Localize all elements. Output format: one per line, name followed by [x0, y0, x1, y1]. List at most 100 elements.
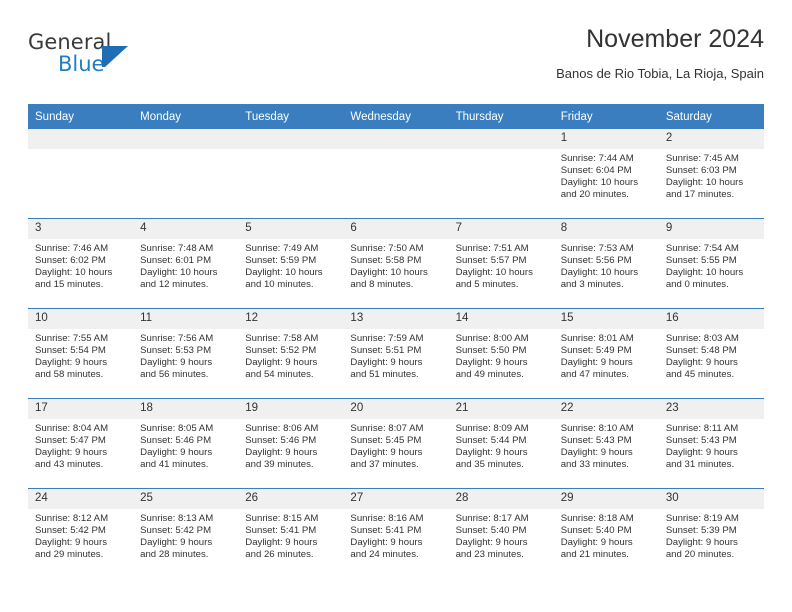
- calendar-day-cell[interactable]: 25 Sunrise: 8:13 AM Sunset: 5:42 PM Dayligh…: [133, 488, 239, 578]
- day-cell-content: 9 Sunrise: 7:54 AM Sunset: 5:55 PM Daylight…: [658, 219, 764, 308]
- calendar-day-cell[interactable]: 9 Sunrise: 7:54 AM Sunset: 5:55 PM Daylight…: [658, 218, 764, 309]
- calendar-day-cell[interactable]: 5 Sunrise: 7:49 AM Sunset: 5:59 PM Daylight…: [238, 218, 344, 309]
- day-detail-line: Sunrise: 8:12 AM: [35, 513, 109, 524]
- calendar-day-cell[interactable]: 12 Sunrise: 7:58 AM Sunset: 5:52 PM Dayligh…: [238, 308, 344, 399]
- day-detail-line: Daylight: 9 hours: [665, 447, 738, 459]
- day-detail-line: Sunrise: 7:51 AM: [455, 243, 529, 254]
- calendar-day-cell[interactable]: 21 Sunrise: 8:09 AM Sunset: 5:44 PM Dayligh…: [448, 398, 554, 489]
- day-number: 22: [553, 399, 659, 419]
- day-detail-line: Sunrise: 7:50 AM: [350, 243, 424, 254]
- location-subtitle: Banos de Rio Tobia, La Rioja, Spain: [556, 65, 764, 81]
- day-number: 25: [133, 489, 239, 509]
- calendar-day-cell[interactable]: 10 Sunrise: 7:55 AM Sunset: 5:54 PM Dayligh…: [28, 308, 134, 399]
- day-detail-line: Sunset: 5:56 PM: [560, 255, 632, 267]
- calendar-table: Sunday Monday Tuesday Wednesday Thursday…: [28, 104, 764, 578]
- calendar-day-cell[interactable]: 18 Sunrise: 8:05 AM Sunset: 5:46 PM Dayligh…: [133, 398, 239, 489]
- day-detail-line: Daylight: 10 hours: [560, 267, 639, 279]
- day-number: 12: [238, 309, 344, 329]
- day-number: 7: [448, 219, 554, 239]
- calendar-day-cell[interactable]: 29 Sunrise: 8:18 AM Sunset: 5:40 PM Dayligh…: [553, 488, 659, 578]
- weekday-header-thursday: Thursday: [448, 104, 554, 129]
- day-detail-line: Daylight: 9 hours: [350, 537, 423, 549]
- day-details: Sunrise: 8:15 AM Sunset: 5:41 PM Daylight:…: [238, 509, 343, 561]
- day-detail-line: Sunset: 5:40 PM: [455, 525, 527, 537]
- day-details: Sunrise: 8:04 AM Sunset: 5:47 PM Daylight:…: [28, 419, 133, 471]
- calendar-day-cell[interactable]: 19 Sunrise: 8:06 AM Sunset: 5:46 PM Dayligh…: [238, 398, 344, 489]
- calendar-day-cell[interactable]: 6 Sunrise: 7:50 AM Sunset: 5:58 PM Daylight…: [343, 218, 449, 309]
- brand-logo[interactable]: General Blue: [28, 32, 158, 84]
- calendar-day-cell[interactable]: 23 Sunrise: 8:11 AM Sunset: 5:43 PM Dayligh…: [658, 398, 764, 489]
- day-details: Sunrise: 8:10 AM Sunset: 5:43 PM Daylight:…: [554, 419, 659, 471]
- day-cell-content: 11 Sunrise: 7:56 AM Sunset: 5:53 PM Dayligh…: [133, 309, 239, 398]
- day-cell-content: [133, 129, 239, 218]
- day-details: [133, 149, 238, 153]
- calendar-day-cell[interactable]: 16 Sunrise: 8:03 AM Sunset: 5:48 PM Dayligh…: [658, 308, 764, 399]
- day-detail-line: Sunrise: 8:00 AM: [455, 333, 529, 344]
- day-details: Sunrise: 7:46 AM Sunset: 6:02 PM Daylight:…: [28, 239, 133, 291]
- day-detail-line: and 41 minutes.: [140, 459, 209, 471]
- day-cell-content: 21 Sunrise: 8:09 AM Sunset: 5:44 PM Dayligh…: [448, 399, 554, 488]
- day-cell-content: 20 Sunrise: 8:07 AM Sunset: 5:45 PM Dayligh…: [343, 399, 449, 488]
- calendar-day-cell[interactable]: 14 Sunrise: 8:00 AM Sunset: 5:50 PM Dayligh…: [448, 308, 554, 399]
- calendar-day-cell[interactable]: 7 Sunrise: 7:51 AM Sunset: 5:57 PM Daylight…: [448, 218, 554, 309]
- day-details: Sunrise: 8:07 AM Sunset: 5:45 PM Daylight:…: [343, 419, 448, 471]
- calendar-day-cell[interactable]: 8 Sunrise: 7:53 AM Sunset: 5:56 PM Daylight…: [553, 218, 659, 309]
- day-detail-line: Daylight: 9 hours: [140, 537, 213, 549]
- day-detail-line: Daylight: 10 hours: [560, 177, 639, 189]
- day-details: [28, 149, 133, 153]
- day-cell-content: 28 Sunrise: 8:17 AM Sunset: 5:40 PM Dayligh…: [448, 489, 554, 578]
- day-detail-line: and 24 minutes.: [350, 549, 419, 561]
- day-number: 11: [133, 309, 239, 329]
- day-detail-line: Sunrise: 8:10 AM: [560, 423, 634, 434]
- calendar-day-cell[interactable]: 26 Sunrise: 8:15 AM Sunset: 5:41 PM Dayligh…: [238, 488, 344, 578]
- calendar-day-cell[interactable]: 1 Sunrise: 7:44 AM Sunset: 6:04 PM Daylight…: [553, 129, 659, 219]
- calendar-day-cell[interactable]: 3 Sunrise: 7:46 AM Sunset: 6:02 PM Daylight…: [28, 218, 134, 309]
- calendar-day-cell[interactable]: 24 Sunrise: 8:12 AM Sunset: 5:42 PM Dayligh…: [28, 488, 134, 578]
- day-detail-line: Daylight: 9 hours: [35, 447, 107, 459]
- day-number: 30: [658, 489, 764, 509]
- day-detail-line: and 17 minutes.: [665, 189, 735, 201]
- calendar-day-cell-empty: [448, 129, 554, 219]
- day-number: [448, 129, 554, 149]
- day-details: [449, 149, 554, 153]
- day-cell-content: 26 Sunrise: 8:15 AM Sunset: 5:41 PM Dayligh…: [238, 489, 344, 578]
- day-detail-line: and 56 minutes.: [140, 369, 209, 381]
- day-number: 2: [658, 129, 764, 149]
- calendar-day-cell[interactable]: 15 Sunrise: 8:01 AM Sunset: 5:49 PM Dayligh…: [553, 308, 659, 399]
- day-detail-line: and 58 minutes.: [35, 369, 104, 381]
- calendar-day-cell[interactable]: 11 Sunrise: 7:56 AM Sunset: 5:53 PM Dayligh…: [133, 308, 239, 399]
- day-detail-line: Sunrise: 8:07 AM: [350, 423, 424, 434]
- calendar-day-cell[interactable]: 27 Sunrise: 8:16 AM Sunset: 5:41 PM Dayligh…: [343, 488, 449, 578]
- weekday-header-friday: Friday: [553, 104, 659, 129]
- day-detail-line: and 37 minutes.: [350, 459, 419, 471]
- calendar-day-cell[interactable]: 20 Sunrise: 8:07 AM Sunset: 5:45 PM Dayligh…: [343, 398, 449, 489]
- day-detail-line: Daylight: 9 hours: [560, 537, 633, 549]
- calendar-day-cell[interactable]: 4 Sunrise: 7:48 AM Sunset: 6:01 PM Daylight…: [133, 218, 239, 309]
- title-block: November 2024 Banos de Rio Tobia, La Rio…: [556, 25, 764, 81]
- day-number: 19: [238, 399, 344, 419]
- day-detail-line: Sunset: 5:57 PM: [455, 255, 527, 267]
- calendar-day-cell[interactable]: 13 Sunrise: 7:59 AM Sunset: 5:51 PM Dayligh…: [343, 308, 449, 399]
- day-detail-line: and 35 minutes.: [455, 459, 524, 471]
- day-detail-line: Sunrise: 7:48 AM: [140, 243, 214, 254]
- day-cell-content: 3 Sunrise: 7:46 AM Sunset: 6:02 PM Daylight…: [28, 219, 134, 308]
- calendar-day-cell[interactable]: 22 Sunrise: 8:10 AM Sunset: 5:43 PM Dayligh…: [553, 398, 659, 489]
- weekday-header-sunday: Sunday: [28, 104, 134, 129]
- calendar-day-cell-empty: [133, 129, 239, 219]
- calendar-day-cell[interactable]: 17 Sunrise: 8:04 AM Sunset: 5:47 PM Dayligh…: [28, 398, 134, 489]
- calendar-day-cell[interactable]: 30 Sunrise: 8:19 AM Sunset: 5:39 PM Dayligh…: [658, 488, 764, 578]
- day-detail-line: Sunset: 5:44 PM: [455, 435, 527, 447]
- day-details: Sunrise: 7:50 AM Sunset: 5:58 PM Daylight:…: [343, 239, 448, 291]
- day-detail-line: Sunrise: 7:46 AM: [35, 243, 109, 254]
- day-detail-line: Daylight: 9 hours: [35, 357, 107, 369]
- day-details: Sunrise: 8:17 AM Sunset: 5:40 PM Daylight:…: [449, 509, 554, 561]
- day-cell-content: 2 Sunrise: 7:45 AM Sunset: 6:03 PM Daylight…: [658, 129, 764, 218]
- day-detail-line: Sunset: 6:03 PM: [665, 165, 737, 177]
- day-number: 29: [553, 489, 659, 509]
- day-cell-content: 29 Sunrise: 8:18 AM Sunset: 5:40 PM Dayligh…: [553, 489, 659, 578]
- day-detail-line: and 0 minutes.: [665, 279, 729, 291]
- calendar-day-cell[interactable]: 28 Sunrise: 8:17 AM Sunset: 5:40 PM Dayligh…: [448, 488, 554, 578]
- day-detail-line: Sunrise: 7:54 AM: [665, 243, 739, 254]
- calendar-day-cell[interactable]: 2 Sunrise: 7:45 AM Sunset: 6:03 PM Daylight…: [658, 129, 764, 219]
- day-cell-content: [343, 129, 449, 218]
